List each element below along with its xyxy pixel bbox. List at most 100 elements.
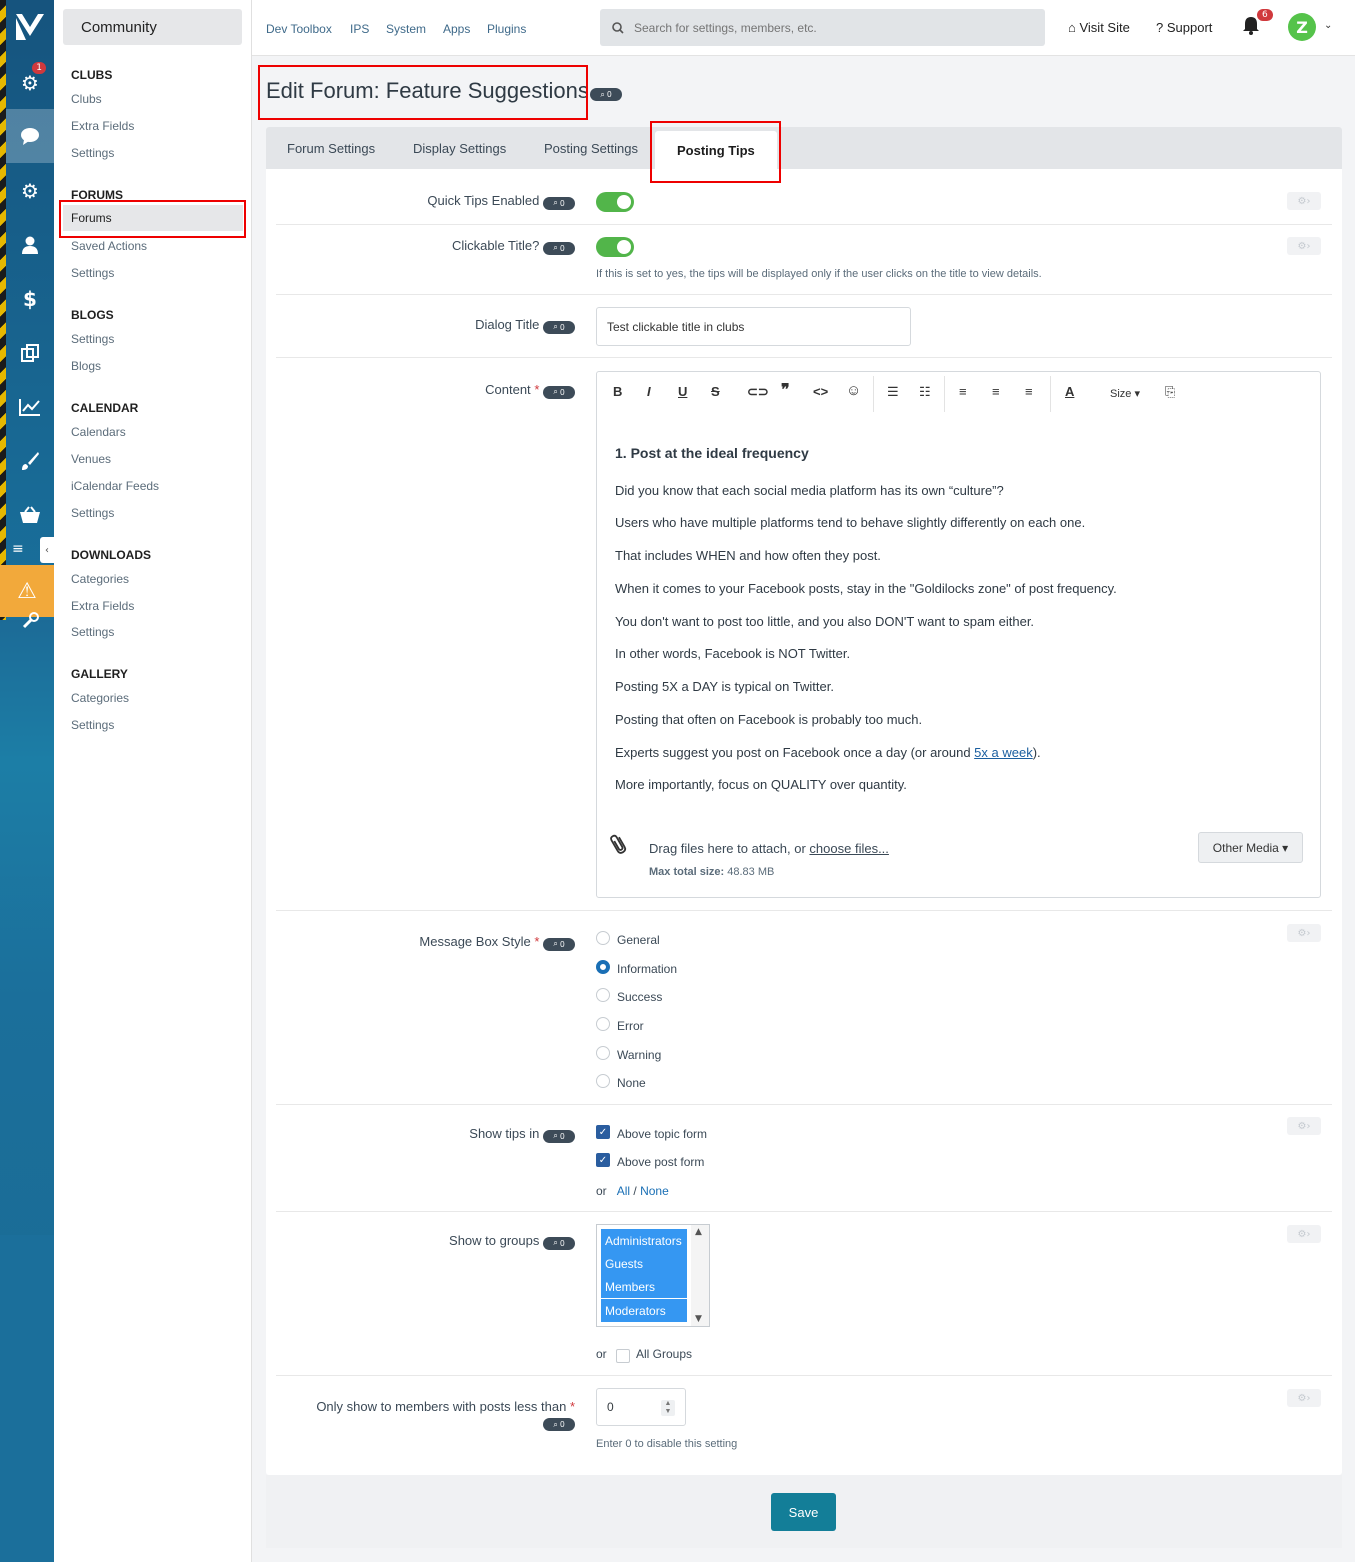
message-box-badge[interactable]: ⌕ 0: [543, 937, 575, 951]
search-bar[interactable]: [600, 9, 1045, 46]
text-color-icon[interactable]: A: [1065, 384, 1074, 399]
radio-success[interactable]: [596, 988, 610, 1002]
wrench-icon[interactable]: [6, 596, 54, 646]
page-search-badge[interactable]: ⌕ 0: [590, 88, 622, 101]
strikethrough-icon[interactable]: S: [711, 384, 720, 399]
font-size-dropdown[interactable]: Size ▾: [1110, 387, 1140, 400]
logo[interactable]: [6, 0, 54, 54]
choose-files-link[interactable]: choose files...: [809, 841, 889, 856]
number-spinner[interactable]: ▲ ▼: [661, 1400, 675, 1416]
posts-less-input[interactable]: 0 ▲ ▼: [596, 1388, 686, 1426]
link-icon[interactable]: ⊂⊃: [747, 384, 769, 400]
copy-icon[interactable]: [6, 326, 54, 380]
group-option[interactable]: Guests: [601, 1252, 687, 1275]
search-input[interactable]: [634, 20, 1034, 35]
tab-forum-settings[interactable]: Forum Settings: [287, 127, 375, 169]
nav-item-downloads-extra-fields[interactable]: Extra Fields: [71, 599, 134, 613]
nav-item-calendars[interactable]: Calendars: [71, 425, 126, 439]
radio-none[interactable]: [596, 1074, 610, 1088]
other-media-button[interactable]: Other Media ▾: [1198, 832, 1303, 863]
radio-information[interactable]: [596, 960, 610, 974]
dialog-title-input[interactable]: Test clickable title in clubs: [596, 307, 911, 346]
checkbox-above-post-form[interactable]: ✓: [596, 1153, 610, 1167]
scroll-down-icon[interactable]: ▼: [695, 1314, 702, 1324]
topnav-system[interactable]: System: [386, 22, 426, 36]
numbered-list-icon[interactable]: ☷: [919, 384, 931, 400]
select-none-link[interactable]: None: [640, 1184, 669, 1198]
scrollbar[interactable]: ▲ ▼: [691, 1225, 709, 1326]
topnav-plugins[interactable]: Plugins: [487, 22, 526, 36]
group-option[interactable]: Administrators: [601, 1229, 687, 1252]
user-icon[interactable]: [6, 218, 54, 272]
topnav-apps[interactable]: Apps: [443, 22, 470, 36]
quick-tips-toggle[interactable]: [596, 192, 634, 212]
clickable-title-toggle[interactable]: [596, 237, 634, 257]
nav-item-gallery-categories[interactable]: Categories: [71, 691, 129, 705]
group-option[interactable]: Members: [601, 1275, 687, 1298]
chevron-down-icon[interactable]: ⌄: [1324, 20, 1332, 31]
radio-warning[interactable]: [596, 1046, 610, 1060]
group-option[interactable]: Moderators: [601, 1299, 687, 1322]
setting-gear-icon[interactable]: ⚙›: [1287, 1225, 1321, 1243]
visit-site-link[interactable]: ⌂ Visit Site: [1068, 20, 1130, 35]
nav-item-clubs-settings[interactable]: Settings: [71, 146, 114, 160]
bell-icon[interactable]: [1242, 16, 1260, 40]
align-left-icon[interactable]: ≡: [959, 384, 967, 399]
nav-item-blogs-settings[interactable]: Settings: [71, 332, 114, 346]
nav-item-blogs[interactable]: Blogs: [71, 359, 101, 373]
bulleted-list-icon[interactable]: ☰: [887, 384, 899, 400]
nav-item-saved-actions[interactable]: Saved Actions: [71, 239, 147, 253]
tab-posting-tips[interactable]: Posting Tips: [655, 131, 777, 169]
preview-icon[interactable]: ⎘: [1165, 384, 1175, 400]
tab-display-settings[interactable]: Display Settings: [413, 127, 506, 169]
nav-item-calendar-settings[interactable]: Settings: [71, 506, 114, 520]
rich-text-editor[interactable]: B I U S ⊂⊃ ❞ <> ☺ ☰ ☷ ≡ ≡ ≡ A Size ▾ ⎘ 1…: [596, 371, 1321, 898]
nav-item-icalendar-feeds[interactable]: iCalendar Feeds: [71, 479, 159, 493]
line-chart-icon[interactable]: [6, 380, 54, 434]
setting-gear-icon[interactable]: ⚙›: [1287, 924, 1321, 942]
setting-gear-icon[interactable]: ⚙›: [1287, 237, 1321, 255]
content-link[interactable]: 5x a week: [974, 745, 1033, 760]
dialog-title-badge[interactable]: ⌕ 0: [543, 320, 575, 334]
setting-gear-icon[interactable]: ⚙›: [1287, 1389, 1321, 1407]
underline-icon[interactable]: U: [678, 384, 687, 399]
nav-item-clubs[interactable]: Clubs: [71, 92, 102, 106]
basket-icon[interactable]: [6, 488, 54, 542]
clickable-title-badge[interactable]: ⌕ 0: [543, 241, 575, 255]
scroll-up-icon[interactable]: ▲: [695, 1227, 702, 1237]
code-icon[interactable]: <>: [813, 384, 828, 399]
radio-error[interactable]: [596, 1017, 610, 1031]
gears-icon[interactable]: ⚙ 1: [6, 56, 54, 110]
nav-item-forums-settings[interactable]: Settings: [71, 266, 114, 280]
chat-bubbles-icon[interactable]: [6, 109, 54, 163]
nav-item-downloads-settings[interactable]: Settings: [71, 625, 114, 639]
paintbrush-icon[interactable]: [6, 434, 54, 488]
content-badge[interactable]: ⌕ 0: [543, 385, 575, 399]
align-center-icon[interactable]: ≡: [992, 384, 1000, 399]
topnav-dev-toolbox[interactable]: Dev Toolbox: [266, 22, 332, 36]
posts-less-badge[interactable]: ⌕ 0: [543, 1418, 575, 1431]
nav-item-downloads-categories[interactable]: Categories: [71, 572, 129, 586]
dollar-icon[interactable]: $: [6, 272, 54, 326]
select-all-link[interactable]: All: [617, 1184, 630, 1198]
setting-gear-icon[interactable]: ⚙›: [1287, 1117, 1321, 1135]
groups-multiselect[interactable]: Administrators Guests Members Moderators…: [596, 1224, 710, 1327]
emoji-icon[interactable]: ☺: [846, 382, 861, 399]
radio-general[interactable]: [596, 931, 610, 945]
gear-icon[interactable]: ⚙: [6, 164, 54, 218]
show-tips-badge[interactable]: ⌕ 0: [543, 1129, 575, 1143]
tab-posting-settings[interactable]: Posting Settings: [544, 127, 638, 169]
quick-tips-badge[interactable]: ⌕ 0: [543, 196, 575, 210]
save-button[interactable]: Save: [771, 1493, 836, 1531]
community-section-title[interactable]: Community: [63, 9, 242, 45]
setting-gear-icon[interactable]: ⚙›: [1287, 192, 1321, 210]
support-link[interactable]: ? Support: [1156, 20, 1212, 35]
italic-icon[interactable]: I: [647, 384, 651, 399]
topnav-ips[interactable]: IPS: [350, 22, 369, 36]
nav-item-gallery-settings[interactable]: Settings: [71, 718, 114, 732]
menu-icon[interactable]: ≡: [12, 541, 24, 557]
checkbox-all-groups[interactable]: [616, 1349, 630, 1363]
show-groups-badge[interactable]: ⌕ 0: [543, 1236, 575, 1250]
quote-icon[interactable]: ❞: [781, 380, 790, 400]
avatar[interactable]: Z: [1288, 13, 1316, 41]
